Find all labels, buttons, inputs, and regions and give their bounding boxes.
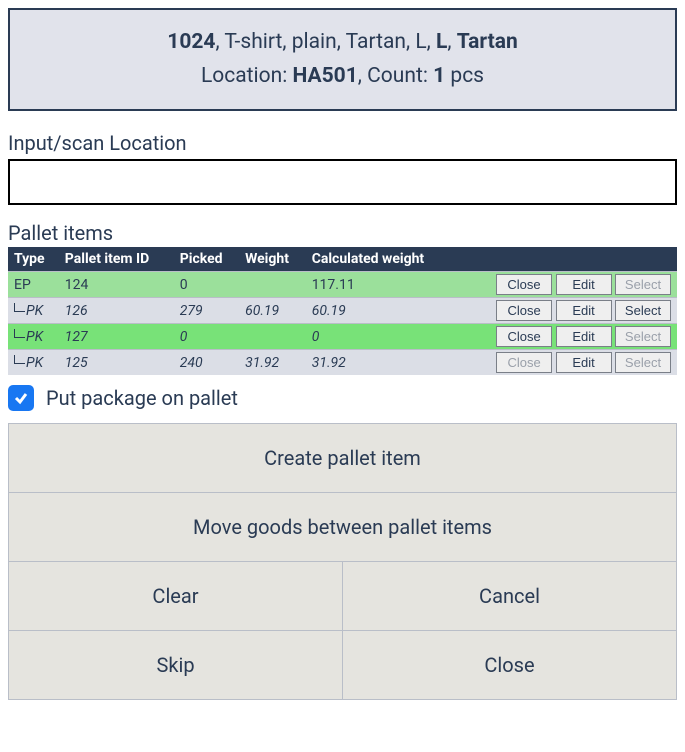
table-row: EP1240117.11Close Edit Select xyxy=(8,272,677,298)
info-sku: 1024 xyxy=(167,30,215,54)
skip-button[interactable]: Skip xyxy=(9,631,342,699)
close-button[interactable]: Close xyxy=(342,631,676,699)
col-id: Pallet item ID xyxy=(59,247,174,272)
table-row: PK12700Close Edit Select xyxy=(8,324,677,350)
info-location: HA501 xyxy=(293,64,358,88)
row-close-button: Close xyxy=(496,352,552,373)
pallet-items-table: Type Pallet item ID Picked Weight Calcul… xyxy=(8,247,677,375)
location-input[interactable] xyxy=(8,159,677,205)
col-calc: Calculated weight xyxy=(306,247,454,272)
create-pallet-item-button[interactable]: Create pallet item xyxy=(9,424,676,493)
move-goods-button[interactable]: Move goods between pallet items xyxy=(9,493,676,562)
row-select-button: Select xyxy=(615,274,671,295)
col-weight: Weight xyxy=(239,247,306,272)
row-select-button[interactable]: Select xyxy=(615,300,671,321)
row-close-button[interactable]: Close xyxy=(496,300,552,321)
row-edit-button[interactable]: Edit xyxy=(556,300,612,321)
row-close-button[interactable]: Close xyxy=(496,274,552,295)
row-select-button: Select xyxy=(615,352,671,373)
clear-button[interactable]: Clear xyxy=(9,562,342,631)
table-row: PK12627960.1960.19Close Edit Select xyxy=(8,298,677,324)
child-indicator-icon xyxy=(14,329,25,338)
col-type: Type xyxy=(8,247,59,272)
pallet-items-label: Pallet items xyxy=(8,221,677,245)
row-edit-button[interactable]: Edit xyxy=(556,326,612,347)
info-count: 1 xyxy=(433,64,445,88)
location-input-label: Input/scan Location xyxy=(8,131,677,155)
child-indicator-icon xyxy=(14,303,25,312)
row-close-button[interactable]: Close xyxy=(496,326,552,347)
put-on-pallet-checkbox[interactable] xyxy=(8,385,34,411)
row-select-button: Select xyxy=(615,326,671,347)
info-banner: 1024, T-shirt, plain, Tartan, L, L, Tart… xyxy=(8,8,677,111)
child-indicator-icon xyxy=(14,355,25,364)
cancel-button[interactable]: Cancel xyxy=(342,562,676,631)
row-edit-button[interactable]: Edit xyxy=(556,274,612,295)
col-picked: Picked xyxy=(174,247,239,272)
actions-panel: Create pallet item Move goods between pa… xyxy=(8,423,677,700)
row-edit-button[interactable]: Edit xyxy=(556,352,612,373)
put-on-pallet-label: Put package on pallet xyxy=(46,386,238,410)
table-row: PK12524031.9231.92Close Edit Select xyxy=(8,350,677,376)
